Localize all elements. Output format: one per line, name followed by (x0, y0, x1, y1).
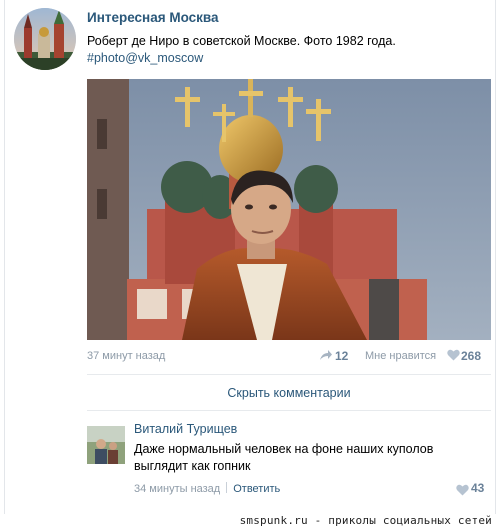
divider (87, 374, 491, 375)
separator (226, 482, 228, 493)
divider (87, 410, 491, 411)
watermark: smspunk.ru - приколы социальных сетей (239, 514, 492, 527)
reply-button[interactable]: Ответить (233, 483, 280, 495)
commenter-photo-icon (87, 426, 125, 464)
kremlin-avatar-icon (14, 8, 76, 70)
post-text: Роберт де Ниро в советской Москве. Фото … (87, 33, 396, 67)
post-hashtag[interactable]: #photo@vk_moscow (87, 50, 396, 67)
share-count: 12 (335, 349, 349, 363)
post-photo[interactable] (87, 79, 491, 340)
like-button[interactable]: Мне нравится (365, 350, 436, 362)
post-meta-row: 37 минут назад 12 Мне нравится 268 (87, 348, 487, 366)
hide-comments-link[interactable]: Скрыть комментарии (87, 386, 491, 400)
comment-meta: 34 минуты назад Ответить (134, 482, 280, 495)
comment-author[interactable]: Виталий Турищев (134, 422, 237, 436)
heart-icon[interactable] (447, 349, 460, 364)
post-card: Интересная Москва Роберт де Ниро в совет… (4, 0, 496, 514)
like-count: 268 (461, 349, 482, 363)
photo-image (87, 79, 491, 340)
post-body: Роберт де Ниро в советской Москве. Фото … (87, 34, 396, 48)
post-timestamp[interactable]: 37 минут назад (87, 350, 165, 362)
comment-timestamp[interactable]: 34 минуты назад (134, 483, 220, 495)
group-name[interactable]: Интересная Москва (87, 10, 219, 25)
share-icon[interactable] (319, 348, 333, 365)
comment-heart-icon[interactable] (456, 481, 469, 500)
commenter-avatar[interactable] (87, 426, 125, 464)
comment-text: Даже нормальный человек на фоне наших ку… (134, 442, 434, 473)
group-avatar[interactable] (14, 8, 76, 70)
comment-like-count: 43 (471, 481, 485, 495)
